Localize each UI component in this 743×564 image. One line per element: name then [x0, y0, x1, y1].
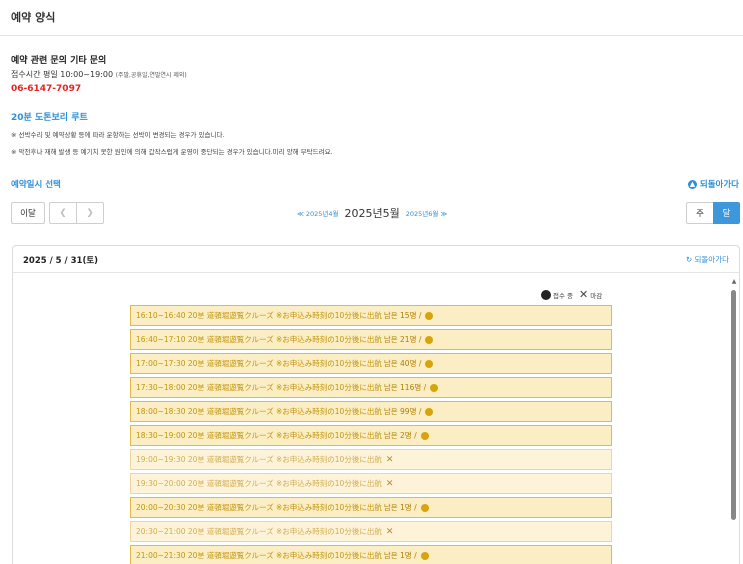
open-dot-icon: [420, 503, 429, 512]
status-legend: 접수 중 ✕ 마감: [541, 288, 602, 301]
chevron-right-icon: ❯: [86, 208, 94, 218]
slot-remaining: 남은 1명 /: [383, 551, 417, 560]
slot-label: 16:40~17:10 20분 道頓堀遊覧クルーズ ※お申込み時刻の10分後に出…: [136, 335, 382, 344]
slot-label: 17:00~17:30 20분 道頓堀遊覧クルーズ ※お申込み時刻の10分後に出…: [136, 359, 382, 368]
phone-number[interactable]: 06-6147-7097: [11, 84, 187, 94]
open-dot-icon: [541, 289, 551, 300]
slot-label: 20:30~21:00 20분 道頓堀遊覧クルーズ ※お申込み時刻の10分後に出…: [136, 527, 382, 536]
time-slot[interactable]: 16:10~16:40 20분 道頓堀遊覧クルーズ ※お申込み時刻の10分後に出…: [130, 305, 612, 326]
inquiry-heading: 예약 관련 문의 기타 문의: [11, 56, 107, 66]
inquiry-info: 예약 관련 문의 기타 문의 접수시간 평일 10:00~19:00 (주말,공…: [11, 53, 187, 94]
open-dot-icon: [420, 551, 429, 560]
month-view-button[interactable]: 달: [713, 202, 740, 224]
refresh-icon: ↻: [685, 255, 693, 264]
panel-date: 2025 / 5 / 31(토): [23, 256, 99, 266]
legend-closed-label: 마감: [590, 291, 603, 300]
current-month: 2025년5월: [344, 207, 400, 220]
panel-back-label: 되돌아가다: [694, 255, 730, 264]
panel-back-link[interactable]: ↻ 되돌아가다: [686, 254, 729, 265]
page-title: 예약 양식: [11, 11, 56, 24]
day-panel: 2025 / 5 / 31(토) ↻ 되돌아가다 접수 중 ✕ 마감 16:10…: [12, 245, 740, 564]
time-slot[interactable]: 18:30~19:00 20분 道頓堀遊覧クルーズ ※お申込み時刻の10分後に出…: [130, 425, 612, 446]
slot-label: 17:30~18:00 20분 道頓堀遊覧クルーズ ※お申込み時刻の10分後に出…: [136, 383, 382, 392]
time-slot[interactable]: 21:00~21:30 20분 道頓堀遊覧クルーズ ※お申込み時刻の10分後に出…: [130, 545, 612, 564]
open-dot-icon: [425, 407, 434, 416]
month-navigation: ≪ 2025년4월 2025년5월 2025년6월 ≫: [297, 204, 447, 222]
panel-header: 2025 / 5 / 31(토) ↻ 되돌아가다: [13, 246, 739, 273]
slot-label: 21:00~21:30 20분 道頓堀遊覧クルーズ ※お申込み時刻の10分後に出…: [136, 551, 382, 560]
route-note: ※ 악천후나 재해 발생 등 예기치 못한 원인에 의해 갑작스럽게 운영이 중…: [11, 148, 333, 156]
legend-open-label: 접수 중: [553, 291, 574, 300]
time-slot[interactable]: 17:30~18:00 20분 道頓堀遊覧クルーズ ※お申込み時刻の10分後に出…: [130, 377, 612, 398]
week-view-button[interactable]: 주: [686, 202, 714, 224]
chevron-left-icon: ❮: [59, 208, 67, 218]
closed-x-icon: ✕: [385, 454, 394, 465]
hours-main: 접수시간 평일 10:00~19:00: [11, 70, 114, 79]
slot-label: 19:30~20:00 20분 道頓堀遊覧クルーズ ※お申込み時刻の10分後に出…: [136, 479, 382, 488]
slot-remaining: 남은 21명 /: [383, 335, 422, 344]
arrow-up-circle-icon: ▲: [687, 179, 697, 189]
time-slot[interactable]: 20:00~20:30 20분 道頓堀遊覧クルーズ ※お申込み時刻の10分後に出…: [130, 497, 612, 518]
slot-remaining: 남은 40명 /: [383, 359, 422, 368]
closed-x-icon: ✕: [385, 478, 394, 489]
prev-button[interactable]: ❮: [49, 202, 77, 224]
open-dot-icon: [430, 383, 439, 392]
route-title: 20분 도톤보리 루트: [11, 113, 88, 123]
this-month-button[interactable]: 이달: [11, 202, 45, 224]
closed-x-icon: ✕: [385, 526, 394, 537]
scroll-up-icon[interactable]: ▲: [730, 278, 738, 285]
next-month-link[interactable]: 2025년6월 ≫: [406, 208, 448, 218]
back-link-label: 되돌아가다: [699, 180, 739, 190]
time-slot: 19:00~19:30 20분 道頓堀遊覧クルーズ ※お申込み時刻の10分後に出…: [130, 449, 612, 470]
time-slot: 19:30~20:00 20분 道頓堀遊覧クルーズ ※お申込み時刻の10分後に出…: [130, 473, 612, 494]
select-datetime-label: 예약일시 선택: [11, 180, 61, 190]
time-slot-list: 16:10~16:40 20분 道頓堀遊覧クルーズ ※お申込み時刻の10分後に出…: [130, 305, 612, 564]
open-dot-icon: [420, 431, 429, 440]
next-button[interactable]: ❯: [76, 202, 104, 224]
page-header: 예약 양식: [0, 0, 743, 36]
slot-remaining: 남은 116명 /: [383, 383, 427, 392]
route-info: 20분 도톤보리 루트 ※ 선박수리 및 예약상황 등에 따라 운항하는 선박이…: [11, 110, 333, 156]
hours-note: (주말,공휴일,연말연시 제외): [115, 72, 187, 79]
closed-x-icon: ✕: [579, 288, 589, 301]
time-slot: 20:30~21:00 20분 道頓堀遊覧クルーズ ※お申込み時刻の10分後に出…: [130, 521, 612, 542]
slot-remaining: 남은 2명 /: [383, 431, 417, 440]
inquiry-hours: 접수시간 평일 10:00~19:00 (주말,공휴일,연말연시 제외): [11, 69, 187, 80]
scrollbar-thumb[interactable]: [731, 290, 736, 520]
open-dot-icon: [425, 359, 434, 368]
slot-label: 18:00~18:30 20분 道頓堀遊覧クルーズ ※お申込み時刻の10分後に出…: [136, 407, 382, 416]
time-slot[interactable]: 17:00~17:30 20분 道頓堀遊覧クルーズ ※お申込み時刻の10分後に出…: [130, 353, 612, 374]
scrollbar[interactable]: ▲ ▼: [730, 278, 738, 564]
slot-remaining: 남은 15명 /: [383, 311, 422, 320]
slot-label: 18:30~19:00 20분 道頓堀遊覧クルーズ ※お申込み時刻の10分後に出…: [136, 431, 382, 440]
slot-label: 19:00~19:30 20분 道頓堀遊覧クルーズ ※お申込み時刻の10分後に出…: [136, 455, 382, 464]
open-dot-icon: [425, 311, 434, 320]
time-slot[interactable]: 18:00~18:30 20분 道頓堀遊覧クルーズ ※お申込み時刻の10分後に出…: [130, 401, 612, 422]
slot-remaining: 남은 1명 /: [383, 503, 417, 512]
slot-label: 16:10~16:40 20분 道頓堀遊覧クルーズ ※お申込み時刻の10分後に出…: [136, 311, 382, 320]
back-link-top[interactable]: ▲ 되돌아가다: [687, 178, 739, 190]
prev-month-link[interactable]: ≪ 2025년4월: [297, 208, 339, 218]
slot-label: 20:00~20:30 20분 道頓堀遊覧クルーズ ※お申込み時刻の10分後に出…: [136, 503, 382, 512]
open-dot-icon: [425, 335, 434, 344]
time-slot[interactable]: 16:40~17:10 20분 道頓堀遊覧クルーズ ※お申込み時刻の10分後に出…: [130, 329, 612, 350]
slot-remaining: 남은 99명 /: [383, 407, 422, 416]
route-note: ※ 선박수리 및 예약상황 등에 따라 운항하는 선박이 변경되는 경우가 있습…: [11, 131, 225, 139]
